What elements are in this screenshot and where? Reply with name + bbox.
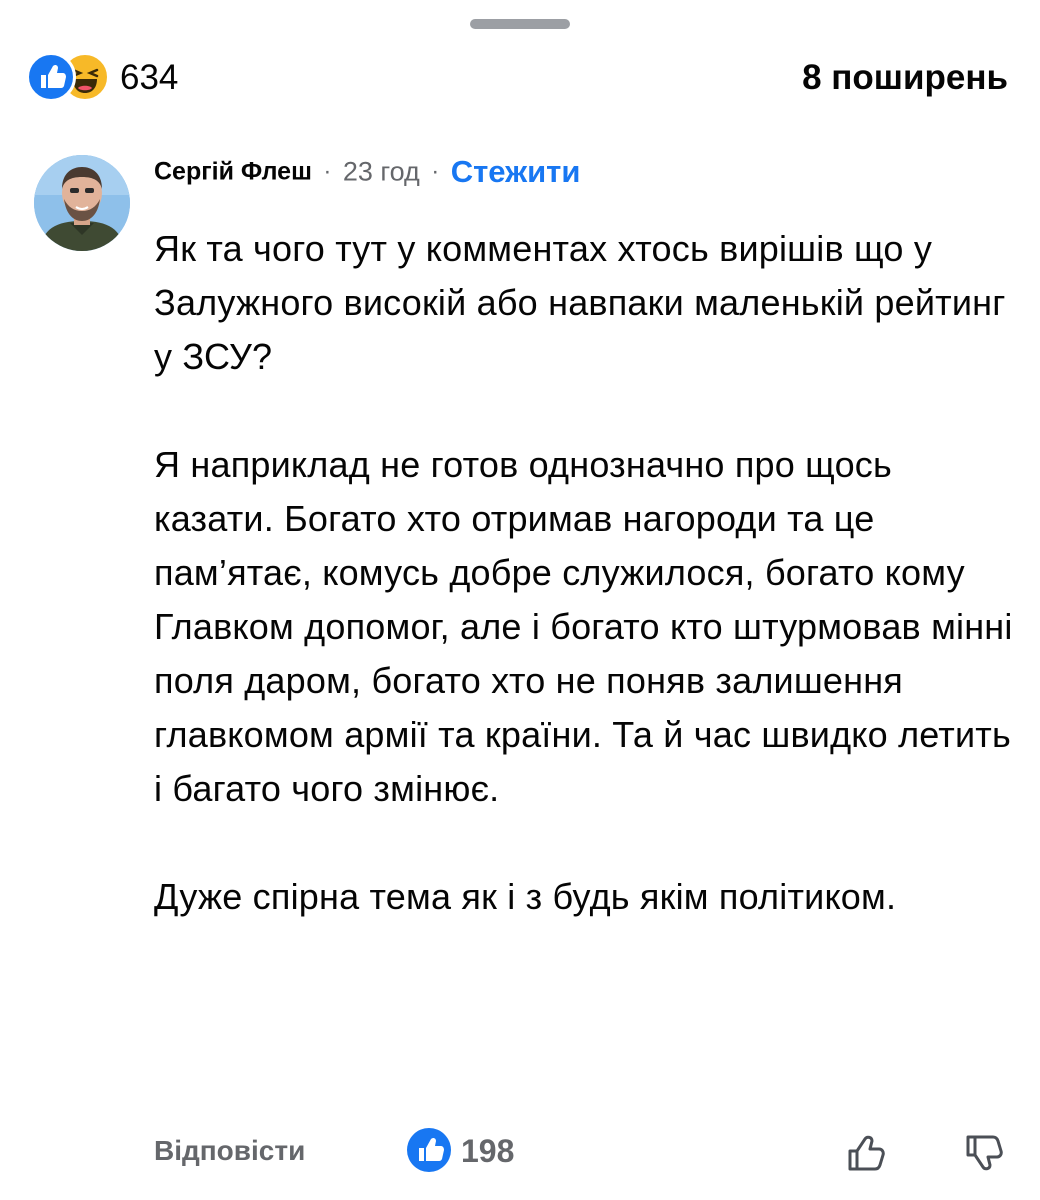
comment-header: Сергій Флеш · 23 год · Стежити (154, 154, 580, 198)
reaction-count: 634 (120, 58, 179, 97)
shares-count[interactable]: 8 поширень (802, 58, 1008, 98)
comment-timestamp[interactable]: 23 год (343, 157, 420, 187)
comment-paragraph: Я наприклад не готов однозначно про щось… (154, 444, 1013, 809)
thumbs-down-icon (966, 1135, 1003, 1171)
avatar[interactable] (34, 155, 130, 251)
comment-paragraph: Як та чого тут у комментах хтось вирішів… (154, 228, 1006, 377)
separator-dot: · (323, 158, 332, 185)
drag-handle[interactable] (470, 19, 570, 29)
reactions-summary[interactable]: 634 8 поширень (26, 52, 1014, 104)
comment-paragraph: Дуже спірна тема як і з будь якім політи… (154, 876, 897, 917)
reply-button[interactable]: Відповісти (154, 1135, 305, 1167)
like-icon (407, 1128, 451, 1172)
author-name[interactable]: Сергій Флеш (154, 158, 312, 186)
like-icon (26, 52, 76, 102)
reaction-icons (26, 52, 116, 102)
separator-dot: · (431, 158, 440, 185)
downvote-button[interactable] (960, 1129, 1008, 1177)
upvote-button[interactable] (842, 1129, 890, 1177)
follow-button[interactable]: Стежити (451, 154, 581, 189)
thumbs-up-icon (848, 1135, 885, 1171)
comment-actions: Відповісти 198 (154, 1125, 1014, 1181)
comment-body: Як та чого тут у комментах хтось вирішів… (154, 222, 1014, 924)
comment-like-count[interactable]: 198 (461, 1133, 514, 1170)
